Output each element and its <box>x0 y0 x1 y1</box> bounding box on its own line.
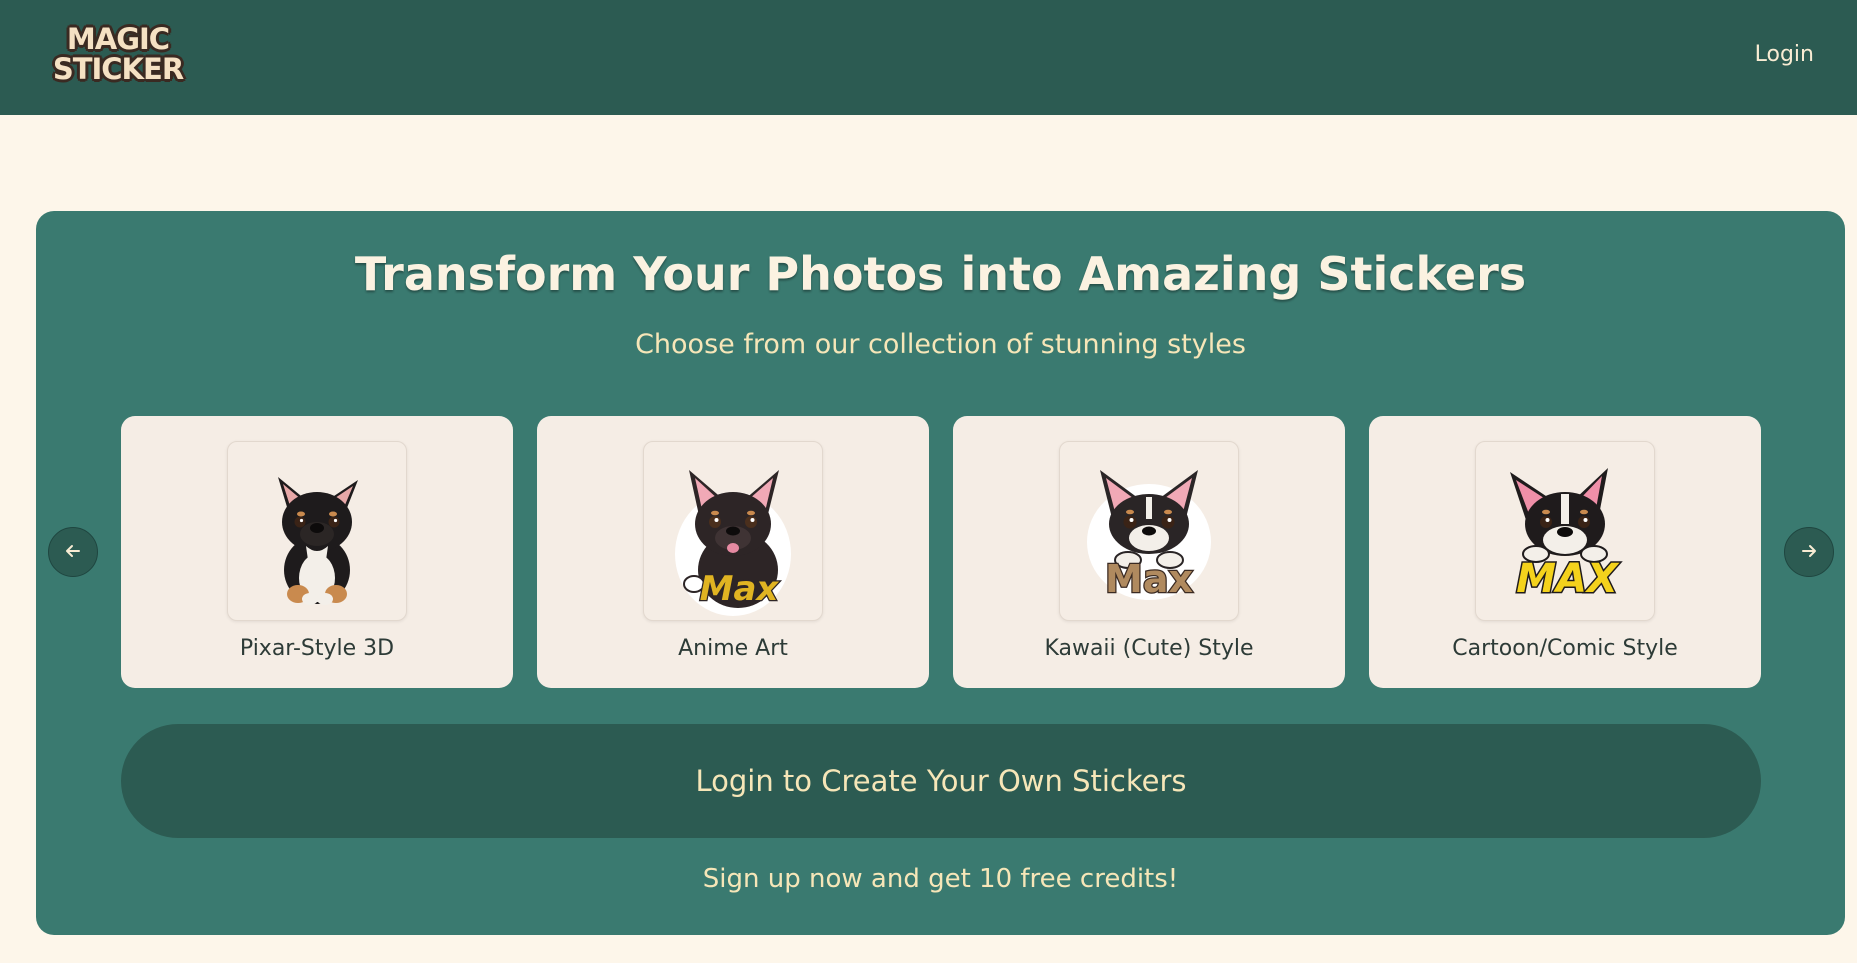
hero-title: Transform Your Photos into Amazing Stick… <box>354 247 1527 301</box>
carousel-next-button[interactable] <box>1784 527 1834 577</box>
magic-sticker-logo[interactable]: MAGIC STICKER <box>48 20 188 90</box>
style-card-label: Kawaii (Cute) Style <box>1044 636 1254 661</box>
logo-word-magic: MAGIC <box>66 22 170 56</box>
sticker-preview-image: Max <box>1059 441 1239 621</box>
dog-sticker-icon: Max <box>675 470 791 616</box>
style-card-anime[interactable]: Max Anime Art <box>537 416 929 688</box>
login-link[interactable]: Login <box>1755 42 1814 67</box>
style-card-pixar[interactable]: Pixar-Style 3D <box>121 416 513 688</box>
style-card-label: Anime Art <box>678 636 788 661</box>
hero-section: Transform Your Photos into Amazing Stick… <box>36 211 1845 935</box>
cta-label: Login to Create Your Own Stickers <box>695 764 1187 798</box>
signup-promo-text: Sign up now and get 10 free credits! <box>702 864 1179 894</box>
sticker-name-text: Max <box>1105 557 1193 601</box>
sticker-name-text: Max <box>700 569 780 609</box>
sticker-name-text: MAX <box>1516 556 1620 602</box>
sticker-preview-image <box>227 441 407 621</box>
hero-subtitle: Choose from our collection of stunning s… <box>635 329 1246 360</box>
login-to-create-button[interactable]: Login to Create Your Own Stickers <box>121 724 1761 838</box>
arrow-left-icon <box>63 538 83 563</box>
logo-word-sticker: STICKER <box>52 52 184 86</box>
sticker-preview-image: MAX <box>1475 441 1655 621</box>
arrow-right-icon <box>1799 538 1819 563</box>
top-navigation-bar: MAGIC STICKER Login <box>0 0 1857 115</box>
dog-sticker-icon: MAX <box>1510 468 1621 604</box>
sticker-preview-image: Max <box>643 441 823 621</box>
carousel-prev-button[interactable] <box>48 527 98 577</box>
style-card-label: Pixar-Style 3D <box>239 636 395 661</box>
style-card-cartoon[interactable]: MAX Cartoon/Comic Style <box>1369 416 1761 688</box>
dog-sticker-icon: Max <box>1087 470 1211 602</box>
style-card-label: Cartoon/Comic Style <box>1452 636 1678 661</box>
style-card-kawaii[interactable]: Max Kawaii (Cute) Style <box>953 416 1345 688</box>
dog-sticker-icon <box>278 477 358 605</box>
